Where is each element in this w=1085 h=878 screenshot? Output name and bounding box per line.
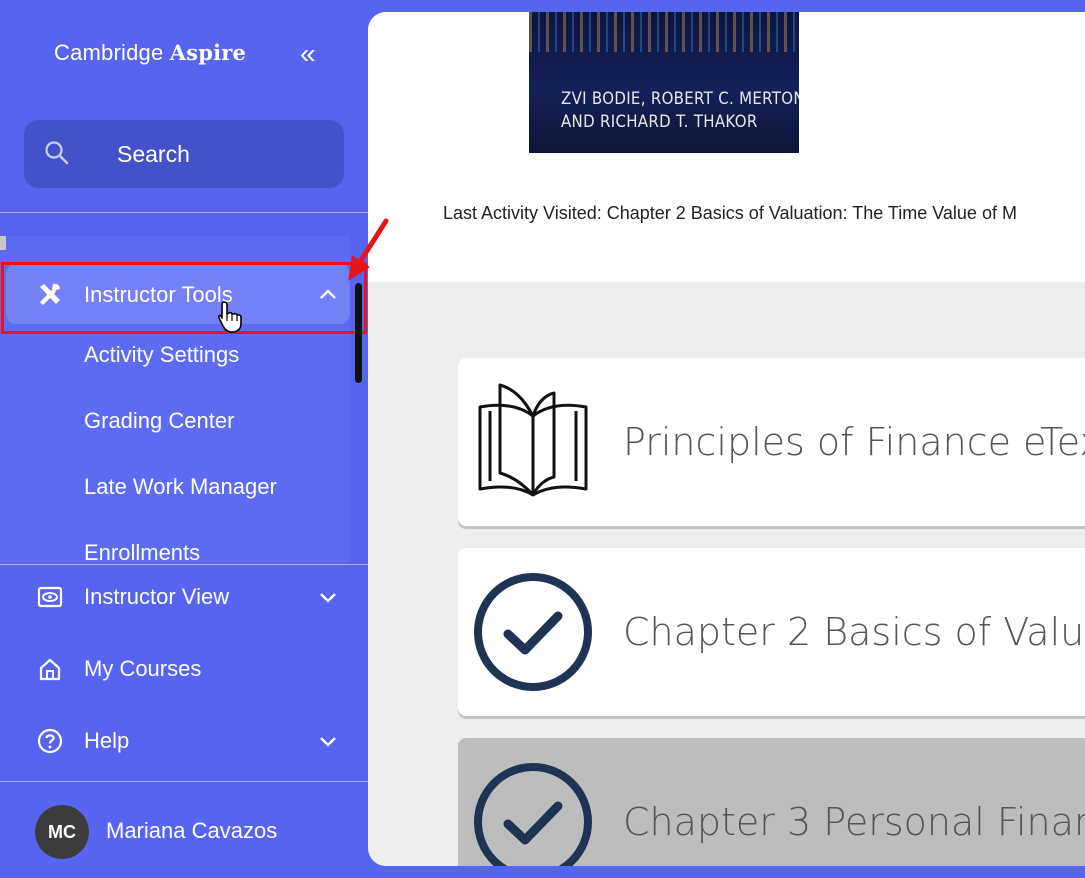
main-content: ZVI BODIE, ROBERT C. MERTON AND RICHARD … (368, 12, 1085, 866)
help-icon (37, 728, 63, 754)
eye-icon (37, 586, 63, 608)
sidebar-item-my-courses[interactable]: My Courses (0, 639, 350, 699)
last-activity-link[interactable]: Last Activity Visited: Chapter 2 Basics … (443, 203, 1017, 224)
book-cover-image: ZVI BODIE, ROBERT C. MERTON AND RICHARD … (529, 12, 799, 153)
collapse-sidebar-icon[interactable]: « (300, 38, 316, 70)
list-item-chapter-2[interactable]: Chapter 2 Basics of Valuation (458, 548, 1085, 716)
hand-cursor-icon (217, 301, 242, 333)
sidebar-subitem-late-work-manager[interactable]: Late Work Manager (84, 474, 277, 500)
red-arrow-annotation (348, 218, 389, 281)
list-item-title: Principles of Finance eTextbo (623, 420, 1085, 464)
divider (0, 781, 368, 782)
list-item-title: Chapter 3 Personal Finance (623, 800, 1085, 844)
scroll-indicator (0, 236, 6, 250)
sidebar-subitem-enrollments[interactable]: Enrollments (84, 540, 200, 563)
list-item-etextbook[interactable]: Principles of Finance eTextbo (458, 358, 1085, 526)
brand-regular: Cambridge (54, 40, 164, 65)
sidebar: Cambridge Aspire « Search Instructor Too… (0, 0, 368, 878)
sidebar-item-instructor-view[interactable]: Instructor View (0, 567, 350, 627)
avatar: MC (35, 805, 89, 859)
cover-author-line: ZVI BODIE, ROBERT C. MERTON (561, 87, 799, 109)
search-icon (45, 141, 69, 165)
course-header-card: ZVI BODIE, ROBERT C. MERTON AND RICHARD … (368, 12, 1085, 282)
search-input[interactable]: Search (24, 120, 344, 188)
cover-author-line: AND RICHARD T. THAKOR (561, 110, 758, 132)
scrollbar[interactable] (355, 283, 362, 383)
check-circle-icon (474, 573, 592, 691)
check-circle-icon (474, 763, 592, 866)
list-item-chapter-3[interactable]: Chapter 3 Personal Finance (458, 738, 1085, 866)
sidebar-item-label: Instructor View (84, 584, 230, 609)
user-name: Mariana Cavazos (106, 818, 278, 843)
sidebar-subitem-activity-settings[interactable]: Activity Settings (84, 342, 239, 368)
search-placeholder: Search (117, 141, 190, 167)
sidebar-item-label: My Courses (84, 656, 202, 681)
chevron-down-icon[interactable] (317, 730, 339, 752)
home-icon (39, 658, 61, 681)
city-lights (529, 12, 799, 52)
sidebar-item-help[interactable]: Help (0, 711, 350, 771)
sidebar-item-label: Help (84, 728, 130, 753)
highlight-box (1, 262, 367, 334)
chevron-down-icon[interactable] (317, 586, 339, 608)
list-item-title: Chapter 2 Basics of Valuation (623, 610, 1085, 654)
divider (0, 212, 368, 213)
sidebar-subitem-grading-center[interactable]: Grading Center (84, 408, 234, 434)
open-book-icon (478, 383, 588, 497)
brand-bold: Aspire (169, 40, 247, 65)
divider (0, 564, 368, 565)
brand-logo[interactable]: Cambridge Aspire (54, 40, 246, 66)
